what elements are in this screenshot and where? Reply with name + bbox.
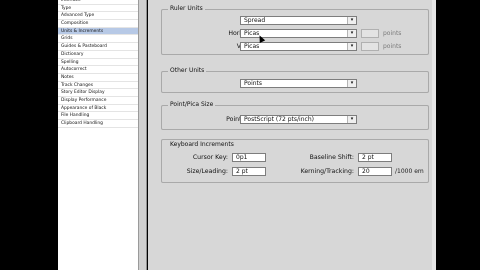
sidebar-item[interactable]: Units & Increments: [58, 27, 138, 36]
origin-select[interactable]: Spread ▾: [240, 16, 357, 25]
points-inch-select[interactable]: PostScript (72 pts/inch) ▾: [240, 115, 357, 124]
size-leading-field[interactable]: 2 pt: [232, 167, 266, 176]
kerning-tracking-label: Kerning/Tracking:: [300, 168, 354, 175]
sidebar-item[interactable]: Dictionary: [58, 51, 138, 59]
sidebar-item[interactable]: Notes: [58, 74, 138, 82]
sidebar-item[interactable]: Spelling: [58, 59, 138, 67]
kerning-tracking-field[interactable]: 20: [358, 167, 392, 176]
point-pica-size-group: Point/Pica Size Points/Inch: PostScript …: [161, 101, 429, 130]
kerning-tracking-value: 20: [362, 168, 370, 175]
chevron-down-icon: ▾: [347, 17, 356, 24]
vertical-select[interactable]: Picas ▾: [240, 42, 357, 51]
other-units-title: Other Units: [168, 67, 207, 75]
horizontal-points-field[interactable]: [361, 29, 379, 38]
origin-value: Spread: [244, 17, 266, 24]
ruler-units-group: Ruler Units Origin: Spread ▾ Horizontal:…: [161, 5, 429, 55]
preferences-category-list: Interface Type Advanced Type Composition Uni…: [58, 0, 139, 270]
chevron-down-icon: ▾: [347, 116, 356, 123]
size-leading-label: Size/Leading:: [186, 168, 228, 175]
window-edge-strip: [432, 0, 436, 270]
chevron-down-icon: ▾: [347, 43, 356, 50]
sidebar-item[interactable]: Guides & Pasteboard: [58, 43, 138, 51]
cursor-key-value: 0p1: [236, 154, 248, 161]
chevron-down-icon: ▾: [347, 30, 356, 37]
horizontal-unit: points: [383, 30, 402, 37]
sidebar-item[interactable]: File Handling: [58, 112, 138, 120]
vertical-points-field[interactable]: [361, 42, 379, 51]
category-items: Interface Type Advanced Type Composition Uni…: [58, 0, 138, 128]
sidebar-divider: [139, 0, 147, 270]
size-leading-value: 2 pt: [236, 168, 248, 175]
stroke-value: Points: [244, 80, 263, 87]
sidebar-item[interactable]: Advanced Type: [58, 12, 138, 21]
other-units-group: Other Units Stroke: Points ▾: [161, 67, 429, 93]
baseline-shift-label: Baseline Shift:: [309, 154, 354, 161]
point-pica-title: Point/Pica Size: [168, 101, 216, 109]
baseline-shift-field[interactable]: 2 pt: [358, 153, 392, 162]
keyboard-increments-title: Keyboard Increments: [168, 141, 236, 149]
sidebar-item[interactable]: Clipboard Handling: [58, 120, 138, 128]
cursor-key-field[interactable]: 0p1: [232, 153, 266, 162]
window-edge: [432, 0, 480, 270]
baseline-shift-value: 2 pt: [362, 154, 374, 161]
points-inch-value: PostScript (72 pts/inch): [244, 116, 314, 123]
cursor-key-label: Cursor Key:: [192, 154, 228, 161]
ruler-units-title: Ruler Units: [168, 5, 205, 13]
keyboard-increments-group: Keyboard Increments Cursor Key: 0p1 Base…: [161, 139, 429, 183]
sidebar-item[interactable]: Grids: [58, 35, 138, 44]
sidebar-item[interactable]: Appearance of Black: [58, 105, 138, 113]
sidebar-item[interactable]: Track Changes: [58, 82, 138, 90]
sidebar-item[interactable]: Type: [58, 5, 138, 13]
units-increments-panel: Ruler Units Origin: Spread ▾ Horizontal:…: [148, 0, 432, 270]
kerning-unit: /1000 em: [395, 168, 424, 175]
sidebar-item[interactable]: Display Performance: [58, 97, 138, 105]
sidebar-item[interactable]: Story Editor Display: [58, 89, 138, 97]
vertical-unit: points: [383, 43, 402, 50]
vertical-value: Picas: [244, 43, 260, 50]
stroke-select[interactable]: Points ▾: [240, 79, 357, 88]
chevron-down-icon: ▾: [347, 80, 356, 87]
sidebar-item[interactable]: Composition: [58, 20, 138, 28]
sidebar-item[interactable]: Autocorrect: [58, 66, 138, 74]
